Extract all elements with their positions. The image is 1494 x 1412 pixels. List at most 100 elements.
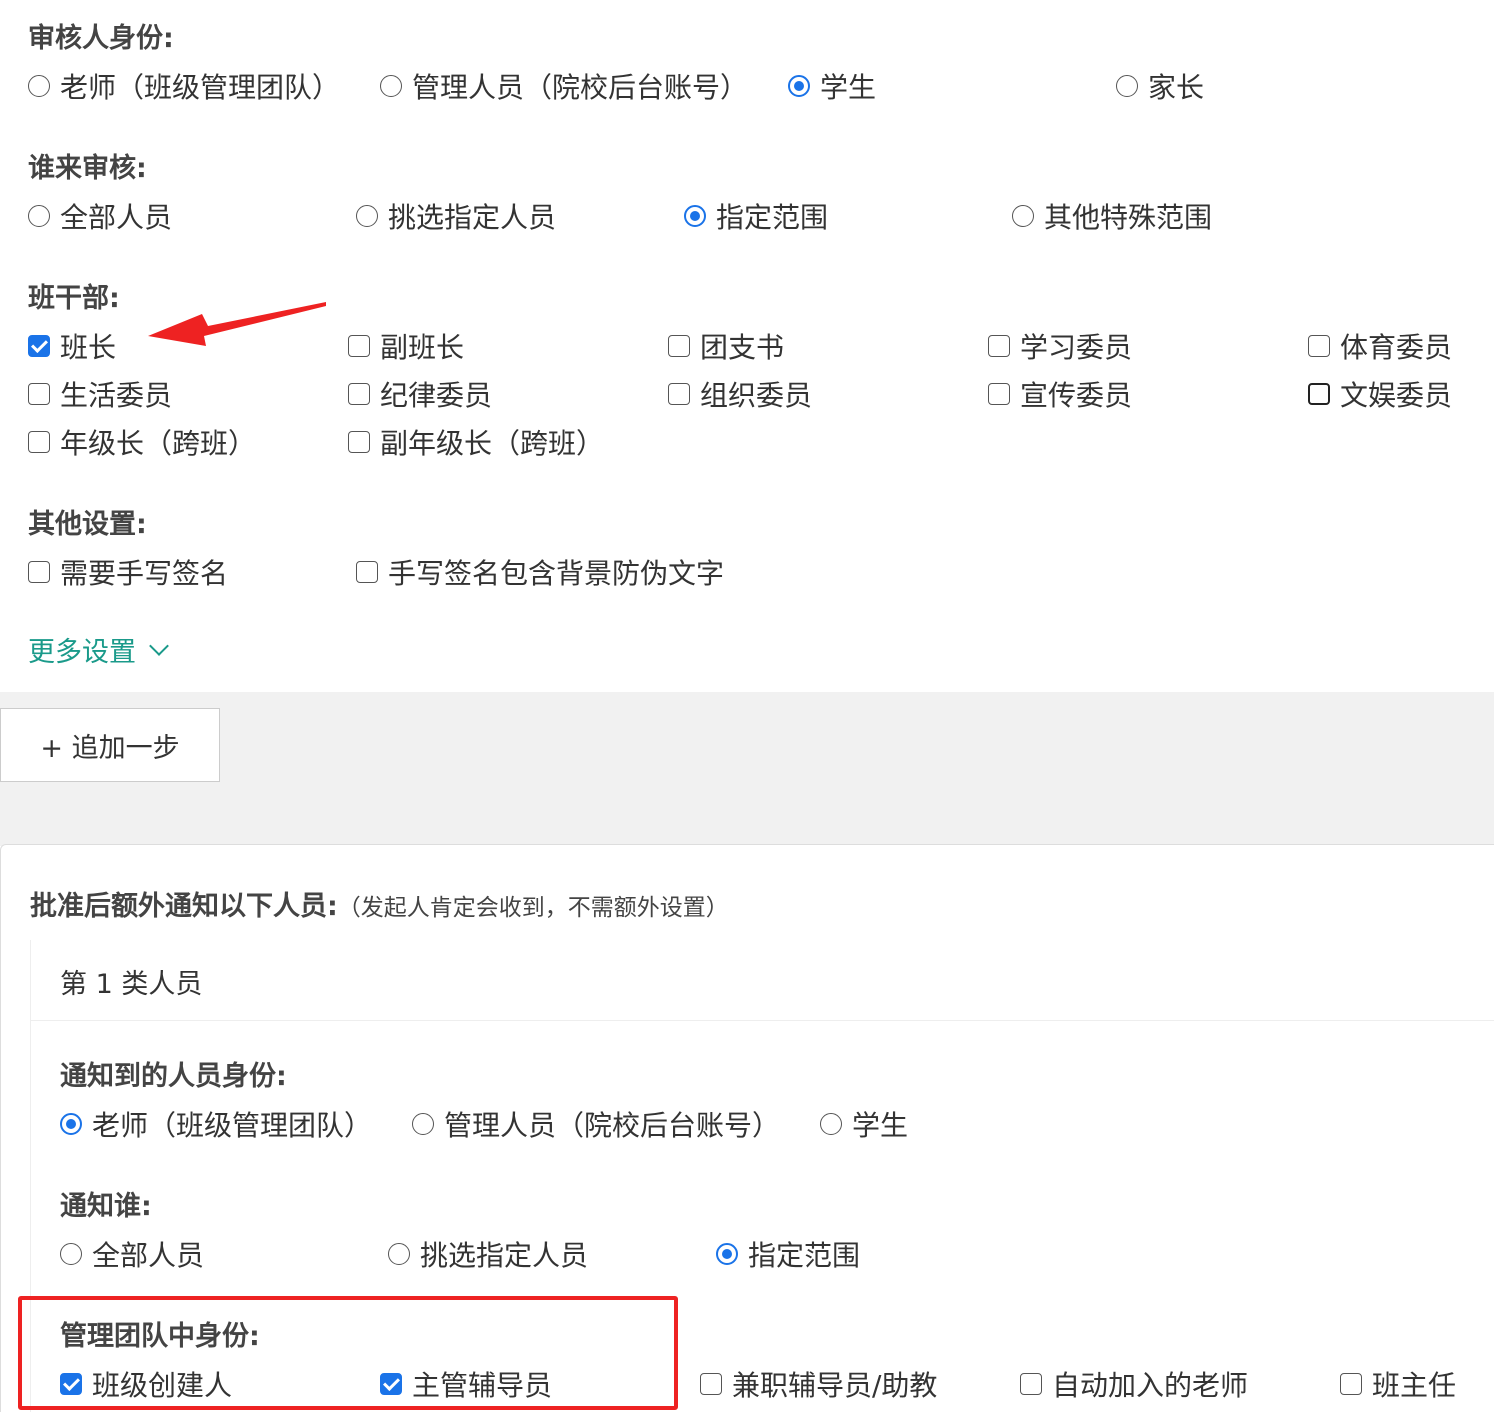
- who-reviews-all[interactable]: 全部人员: [28, 196, 172, 236]
- checkbox-checked-icon[interactable]: [28, 335, 50, 357]
- cadre-discipline-checkbox[interactable]: 纪律委员: [348, 374, 492, 414]
- option-label: 管理人员（院校后台账号）: [444, 1109, 781, 1142]
- checkbox-icon[interactable]: [1308, 383, 1330, 405]
- option-label: 需要手写签名: [60, 557, 229, 590]
- checkbox-icon[interactable]: [700, 1373, 722, 1395]
- radio-icon[interactable]: [388, 1243, 410, 1265]
- reviewer-identity-student[interactable]: 学生: [788, 66, 876, 106]
- checkbox-icon[interactable]: [348, 431, 370, 453]
- option-label: 家长: [1148, 71, 1205, 104]
- option-label: 副年级长（跨班）: [380, 427, 605, 460]
- checkbox-icon[interactable]: [988, 383, 1010, 405]
- checkbox-icon[interactable]: [668, 383, 690, 405]
- option-label: 其他特殊范围: [1044, 201, 1213, 234]
- option-label: 自动加入的老师: [1052, 1369, 1249, 1402]
- option-label: 副班长: [380, 331, 465, 364]
- radio-icon[interactable]: [820, 1113, 842, 1135]
- reviewer-identity-admin[interactable]: 管理人员（院校后台账号）: [380, 66, 748, 106]
- reviewer-identity-parent[interactable]: 家长: [1116, 66, 1204, 106]
- checkbox-icon[interactable]: [1020, 1373, 1042, 1395]
- notify-who-range[interactable]: 指定范围: [716, 1234, 860, 1274]
- option-label: 管理人员（院校后台账号）: [412, 71, 749, 104]
- option-label: 班主任: [1372, 1369, 1457, 1402]
- option-label: 兼职辅导员/助教: [732, 1369, 938, 1402]
- inner-divider: [30, 1020, 1494, 1021]
- checkbox-icon[interactable]: [28, 561, 50, 583]
- option-label: 挑选指定人员: [420, 1239, 589, 1272]
- option-label: 班长: [60, 331, 117, 364]
- checkbox-icon[interactable]: [356, 561, 378, 583]
- option-label: 老师（班级管理团队）: [92, 1109, 373, 1142]
- notify-identity-label: 通知到的人员身份:: [60, 1061, 287, 1092]
- notify-heading: 批准后额外通知以下人员:（发起人肯定会收到，不需额外设置）: [30, 884, 729, 923]
- red-highlight-annotation: [18, 1296, 678, 1410]
- radio-selected-icon[interactable]: [684, 205, 706, 227]
- option-label: 组织委员: [700, 379, 813, 412]
- checkbox-icon[interactable]: [28, 431, 50, 453]
- handwritten-signature-checkbox[interactable]: 需要手写签名: [28, 552, 228, 592]
- option-label: 生活委员: [60, 379, 173, 412]
- cadre-entertainment-checkbox[interactable]: 文娱委员: [1308, 374, 1452, 414]
- cadre-vice-monitor-checkbox[interactable]: 副班长: [348, 326, 464, 366]
- checkbox-icon[interactable]: [1308, 335, 1330, 357]
- team-head-teacher-checkbox[interactable]: 班主任: [1340, 1364, 1456, 1404]
- who-reviews-range[interactable]: 指定范围: [684, 196, 828, 236]
- option-label: 年级长（跨班）: [60, 427, 257, 460]
- checkbox-icon[interactable]: [348, 383, 370, 405]
- team-parttime-counselor-checkbox[interactable]: 兼职辅导员/助教: [700, 1364, 937, 1404]
- more-settings-link[interactable]: 更多设置: [28, 630, 169, 669]
- notify-identity-admin[interactable]: 管理人员（院校后台账号）: [412, 1104, 780, 1144]
- cadre-monitor-checkbox[interactable]: 班长: [28, 326, 116, 366]
- checkbox-icon[interactable]: [988, 335, 1010, 357]
- option-label: 学习委员: [1020, 331, 1133, 364]
- radio-icon[interactable]: [356, 205, 378, 227]
- option-label: 指定范围: [716, 201, 829, 234]
- cadre-grade-leader-checkbox[interactable]: 年级长（跨班）: [28, 422, 256, 462]
- who-reviews-pick[interactable]: 挑选指定人员: [356, 196, 556, 236]
- cadre-vice-grade-leader-checkbox[interactable]: 副年级长（跨班）: [348, 422, 604, 462]
- radio-icon[interactable]: [380, 75, 402, 97]
- radio-selected-icon[interactable]: [788, 75, 810, 97]
- option-label: 全部人员: [60, 201, 173, 234]
- checkbox-icon[interactable]: [668, 335, 690, 357]
- radio-selected-icon[interactable]: [60, 1113, 82, 1135]
- cadre-organization-checkbox[interactable]: 组织委员: [668, 374, 812, 414]
- reviewer-identity-teacher[interactable]: 老师（班级管理团队）: [28, 66, 340, 106]
- add-step-button[interactable]: + 追加一步: [0, 708, 220, 782]
- checkbox-icon[interactable]: [28, 383, 50, 405]
- checkbox-icon[interactable]: [348, 335, 370, 357]
- who-reviews-special[interactable]: 其他特殊范围: [1012, 196, 1212, 236]
- radio-icon[interactable]: [60, 1243, 82, 1265]
- who-reviews-label: 谁来审核:: [28, 153, 147, 184]
- radio-icon[interactable]: [28, 75, 50, 97]
- cadre-life-checkbox[interactable]: 生活委员: [28, 374, 172, 414]
- cadre-study-checkbox[interactable]: 学习委员: [988, 326, 1132, 366]
- option-label: 挑选指定人员: [388, 201, 557, 234]
- red-arrow-annotation: [148, 302, 326, 346]
- option-label: 老师（班级管理团队）: [60, 71, 341, 104]
- radio-selected-icon[interactable]: [716, 1243, 738, 1265]
- signature-watermark-checkbox[interactable]: 手写签名包含背景防伪文字: [356, 552, 724, 592]
- reviewer-identity-label: 审核人身份:: [28, 23, 174, 54]
- cadre-league-secretary-checkbox[interactable]: 团支书: [668, 326, 784, 366]
- notify-identity-student[interactable]: 学生: [820, 1104, 908, 1144]
- option-label: 文娱委员: [1340, 379, 1453, 412]
- notify-identity-teacher[interactable]: 老师（班级管理团队）: [60, 1104, 372, 1144]
- notify-who-all[interactable]: 全部人员: [60, 1234, 204, 1274]
- radio-icon[interactable]: [1012, 205, 1034, 227]
- notify-who-pick[interactable]: 挑选指定人员: [388, 1234, 588, 1274]
- radio-icon[interactable]: [412, 1113, 434, 1135]
- class-cadre-label: 班干部:: [28, 283, 120, 314]
- radio-icon[interactable]: [28, 205, 50, 227]
- other-settings-label: 其他设置:: [28, 509, 147, 540]
- checkbox-icon[interactable]: [1340, 1373, 1362, 1395]
- cadre-sports-checkbox[interactable]: 体育委员: [1308, 326, 1452, 366]
- option-label: 手写签名包含背景防伪文字: [388, 557, 725, 590]
- chevron-down-icon: [149, 635, 169, 656]
- radio-icon[interactable]: [1116, 75, 1138, 97]
- step-separator: [0, 692, 1494, 846]
- notify-who-label: 通知谁:: [60, 1191, 152, 1222]
- category-title: 第 1 类人员: [60, 969, 203, 1000]
- cadre-publicity-checkbox[interactable]: 宣传委员: [988, 374, 1132, 414]
- team-auto-joined-teacher-checkbox[interactable]: 自动加入的老师: [1020, 1364, 1248, 1404]
